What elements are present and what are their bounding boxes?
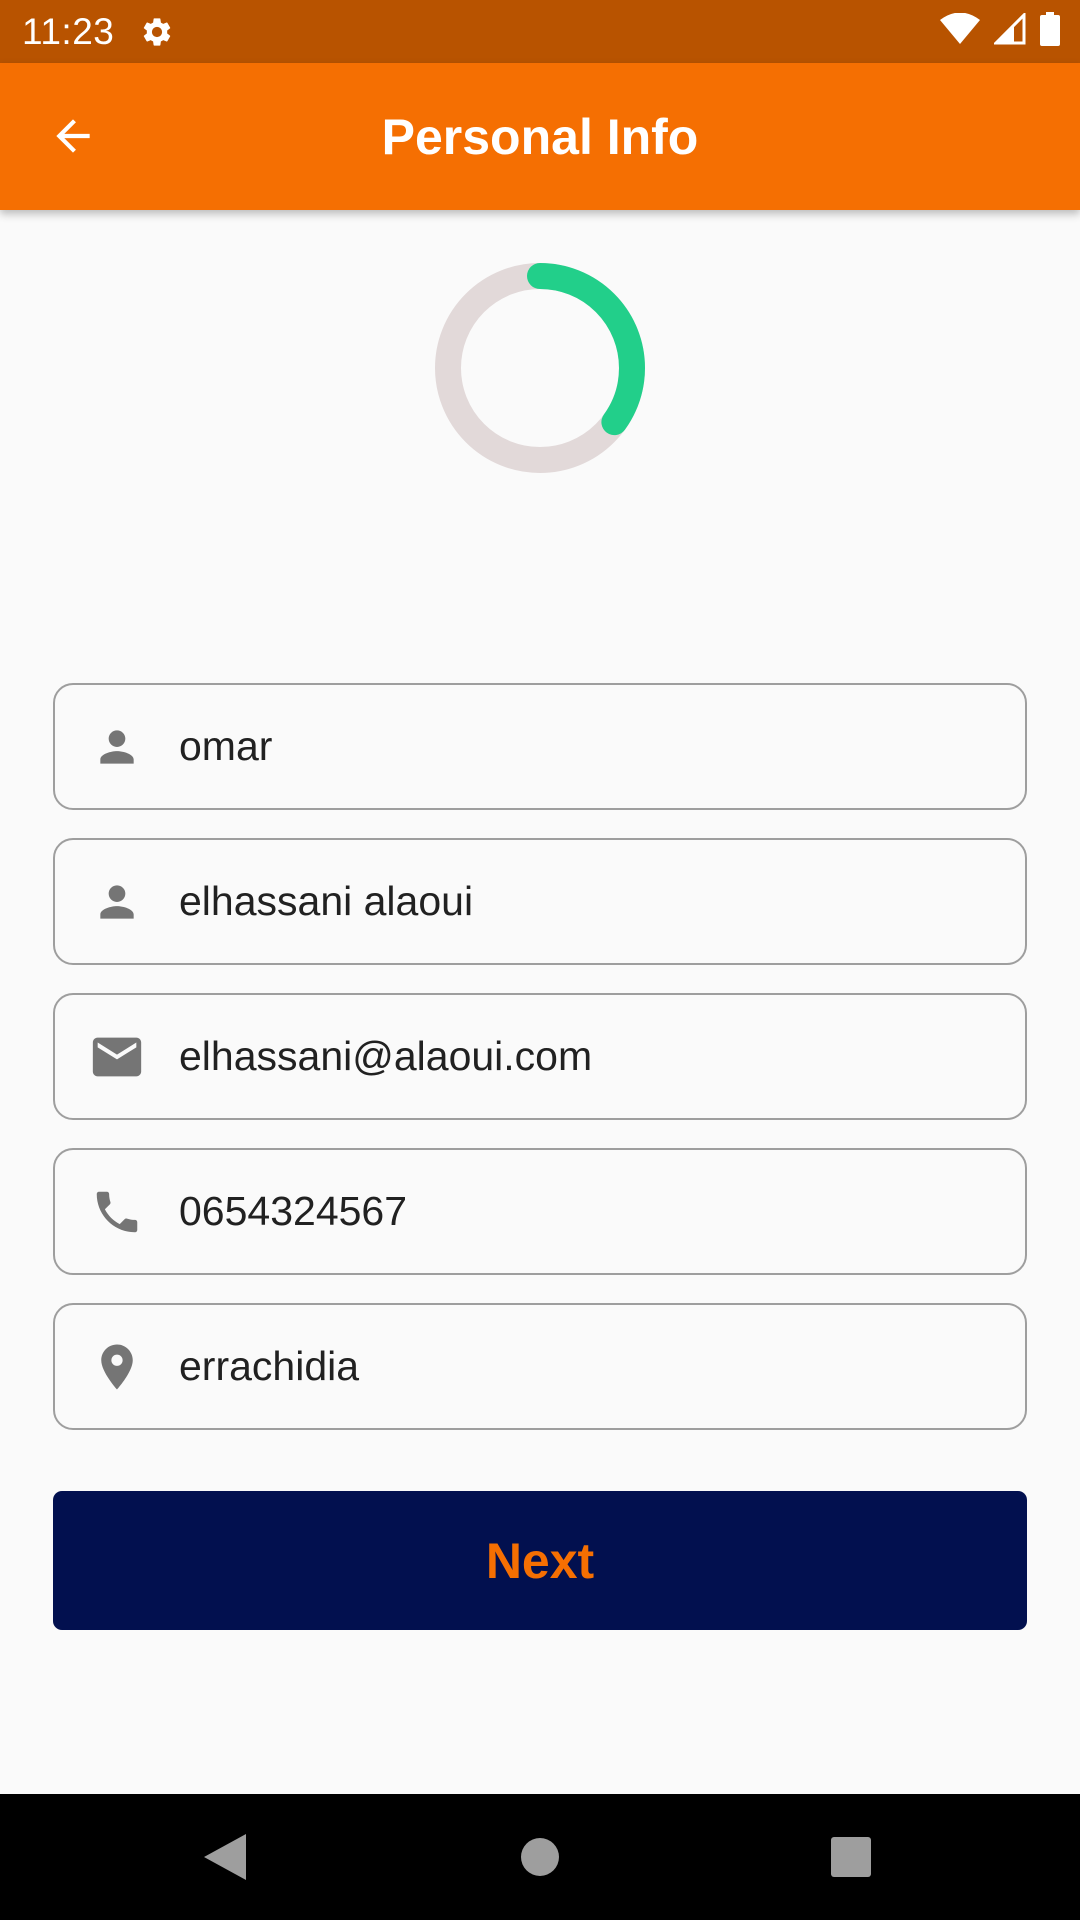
person-icon	[87, 872, 147, 932]
phone-field[interactable]	[53, 1148, 1027, 1275]
arrow-back-icon	[56, 119, 90, 153]
app-bar: Personal Info	[0, 63, 1080, 210]
next-button[interactable]: Next	[53, 1491, 1027, 1630]
first-name-input[interactable]	[179, 706, 959, 787]
status-bar: 11:23	[0, 0, 1080, 63]
signal-icon	[992, 11, 1026, 50]
back-button[interactable]	[40, 103, 106, 169]
status-time: 11:23	[22, 10, 115, 52]
progress-ring	[435, 263, 645, 473]
location-icon	[87, 1337, 147, 1397]
system-nav-bar	[0, 1794, 1080, 1920]
email-icon	[87, 1027, 147, 1087]
nav-recents-button[interactable]	[806, 1812, 896, 1902]
first-name-field[interactable]	[53, 683, 1027, 810]
last-name-input[interactable]	[179, 861, 959, 942]
home-circle-icon	[521, 1838, 559, 1876]
settings-icon	[140, 15, 174, 49]
email-input[interactable]	[179, 1016, 959, 1097]
phone-icon	[87, 1182, 147, 1242]
person-icon	[87, 717, 147, 777]
phone-input[interactable]	[179, 1171, 959, 1252]
nav-home-button[interactable]	[495, 1812, 585, 1902]
last-name-field[interactable]	[53, 838, 1027, 965]
back-triangle-icon	[204, 1834, 246, 1880]
city-input[interactable]	[179, 1326, 959, 1407]
email-field[interactable]	[53, 993, 1027, 1120]
battery-icon	[1040, 12, 1060, 51]
page-title: Personal Info	[381, 108, 699, 165]
nav-back-button[interactable]	[180, 1812, 270, 1902]
city-field[interactable]	[53, 1303, 1027, 1430]
recents-square-icon	[831, 1837, 871, 1877]
wifi-icon	[940, 12, 980, 50]
